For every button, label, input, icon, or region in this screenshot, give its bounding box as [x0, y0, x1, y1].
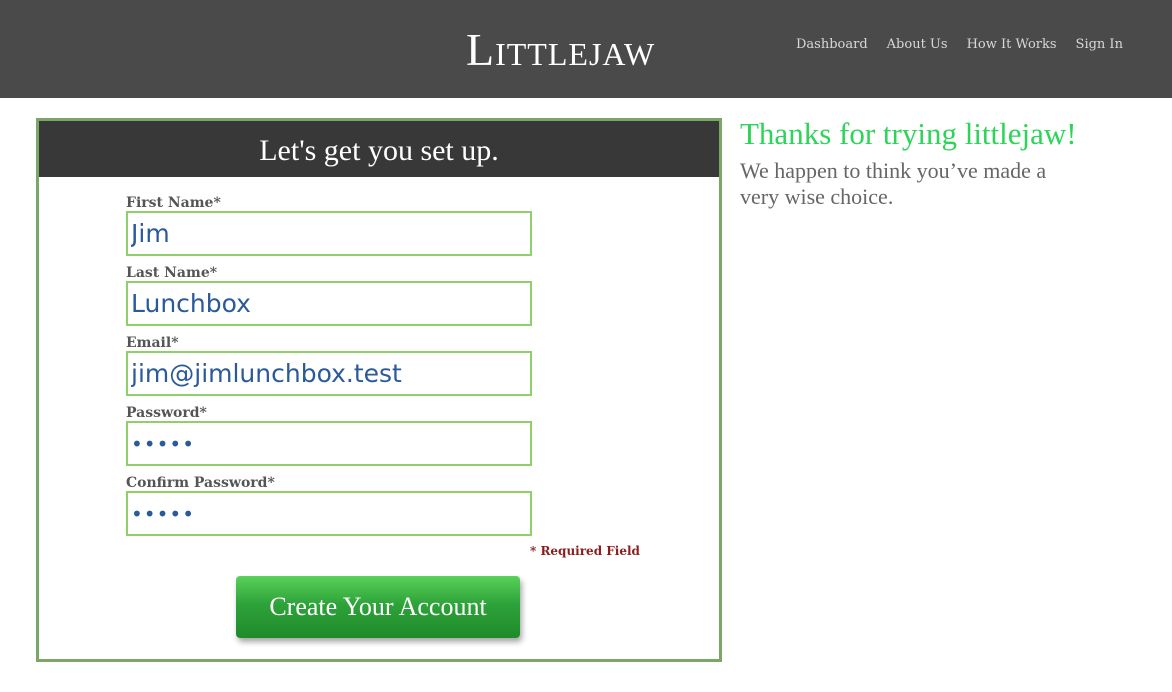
site-logo[interactable]: Littlejaw — [466, 24, 655, 76]
email-field[interactable] — [126, 351, 532, 396]
last-name-field[interactable] — [126, 281, 532, 326]
password-label: Password* — [126, 405, 207, 421]
nav-link-sign-in[interactable]: Sign In — [1076, 36, 1123, 54]
sidebar-subtitle: We happen to think you’ve made a very wi… — [740, 158, 1047, 209]
required-field-note: * Required Field — [530, 544, 640, 558]
last-name-label: Last Name* — [126, 265, 218, 281]
top-navigation-bar: Littlejaw Dashboard About Us How It Work… — [0, 0, 1172, 98]
first-name-label: First Name* — [126, 195, 221, 211]
confirm-password-label: Confirm Password* — [126, 475, 275, 491]
form-heading: Let's get you set up. — [39, 121, 719, 177]
password-field[interactable] — [126, 421, 532, 466]
confirm-password-field[interactable] — [126, 491, 532, 536]
nav-link-dashboard[interactable]: Dashboard — [796, 36, 868, 54]
nav-link-how-it-works[interactable]: How It Works — [967, 36, 1057, 54]
first-name-field[interactable] — [126, 211, 532, 256]
signup-form-panel: Let's get you set up. First Name* Last N… — [36, 118, 722, 662]
create-account-button[interactable]: Create Your Account — [236, 576, 520, 638]
main-nav: Dashboard About Us How It Works Sign In — [796, 36, 1123, 54]
nav-link-about-us[interactable]: About Us — [887, 36, 948, 54]
email-label: Email* — [126, 335, 179, 351]
sidebar-title: Thanks for trying littlejaw! — [740, 116, 1077, 151]
